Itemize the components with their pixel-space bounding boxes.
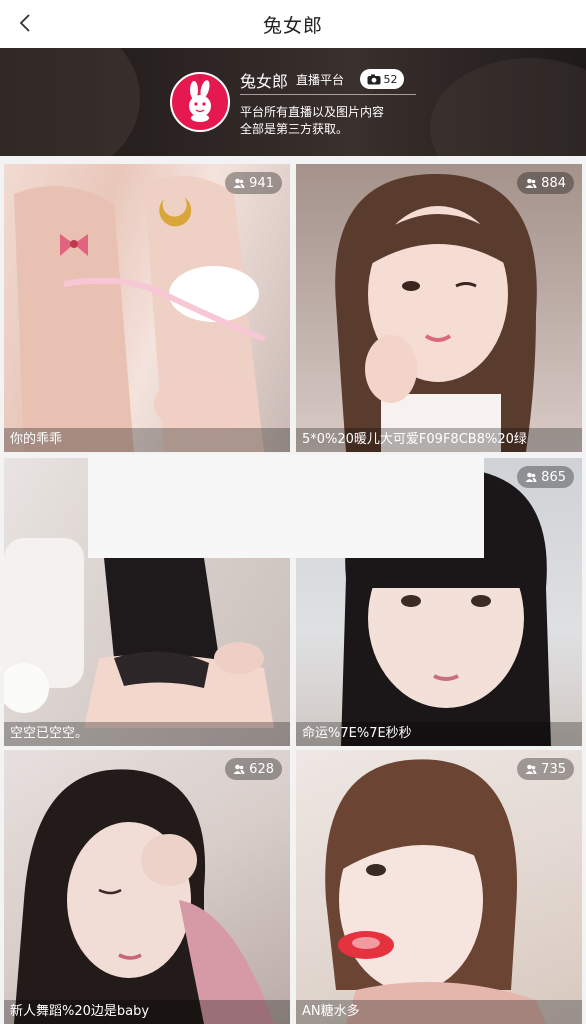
brand-subtitle: 直播平台 <box>296 73 345 87</box>
viewers-icon <box>525 178 537 188</box>
stream-title: 你的乖乖 <box>4 428 290 452</box>
viewer-count-badge: 735 <box>517 758 574 780</box>
viewers-icon <box>233 764 245 774</box>
stream-card[interactable]: 941 你的乖乖 <box>4 164 290 452</box>
top-bar: 兔女郎 <box>0 0 586 48</box>
blank-overlay-panel <box>88 455 484 558</box>
stream-title: 5*0%20暖儿大可爱F09F8CB8%20绿 <box>296 428 582 452</box>
viewers-icon <box>525 472 537 482</box>
banner-background-shape <box>0 48 140 156</box>
stream-card[interactable]: 884 5*0%20暖儿大可爱F09F8CB8%20绿 <box>296 164 582 452</box>
disclaimer-text: 平台所有直播以及图片内容 全部是第三方获取。 <box>240 104 430 138</box>
stream-card[interactable]: 628 新人舞蹈%20边是baby <box>4 750 290 1024</box>
stream-thumbnail <box>4 164 290 452</box>
room-count: 52 <box>383 72 398 86</box>
viewer-count-badge: 884 <box>517 172 574 194</box>
viewer-count-badge: 628 <box>225 758 282 780</box>
viewer-count-badge: 941 <box>225 172 282 194</box>
viewer-count: 865 <box>541 469 566 485</box>
page-title: 兔女郎 <box>262 15 323 37</box>
viewers-icon <box>233 178 245 188</box>
bunny-logo-icon <box>170 72 230 132</box>
stream-title: 空空已空空。 <box>4 722 290 746</box>
stream-title: 命运%7E%7E秒秒 <box>296 722 582 746</box>
brand-name: 兔女郎 <box>240 72 289 91</box>
stream-thumbnail <box>296 750 582 1024</box>
viewer-count: 628 <box>249 761 274 777</box>
banner-background-shape <box>430 58 586 156</box>
disclaimer-line: 平台所有直播以及图片内容 <box>240 105 385 119</box>
viewer-count: 884 <box>541 175 566 191</box>
viewer-count: 735 <box>541 761 566 777</box>
disclaimer-line: 全部是第三方获取。 <box>240 122 349 136</box>
stream-thumbnail <box>296 164 582 452</box>
divider <box>240 94 416 95</box>
stream-title: AN糖水多 <box>296 1000 582 1024</box>
camera-icon <box>367 74 380 84</box>
viewers-icon <box>525 764 537 774</box>
platform-banner: 兔女郎 直播平台 52 平台所有直播以及图片内容 全部是第三方获取。 <box>0 48 586 156</box>
room-count-badge: 52 <box>360 69 404 89</box>
stream-card[interactable]: 735 AN糖水多 <box>296 750 582 1024</box>
viewer-count: 941 <box>249 175 274 191</box>
viewer-count-badge: 865 <box>517 466 574 488</box>
stream-title: 新人舞蹈%20边是baby <box>4 1000 290 1024</box>
stream-thumbnail <box>4 750 290 1024</box>
